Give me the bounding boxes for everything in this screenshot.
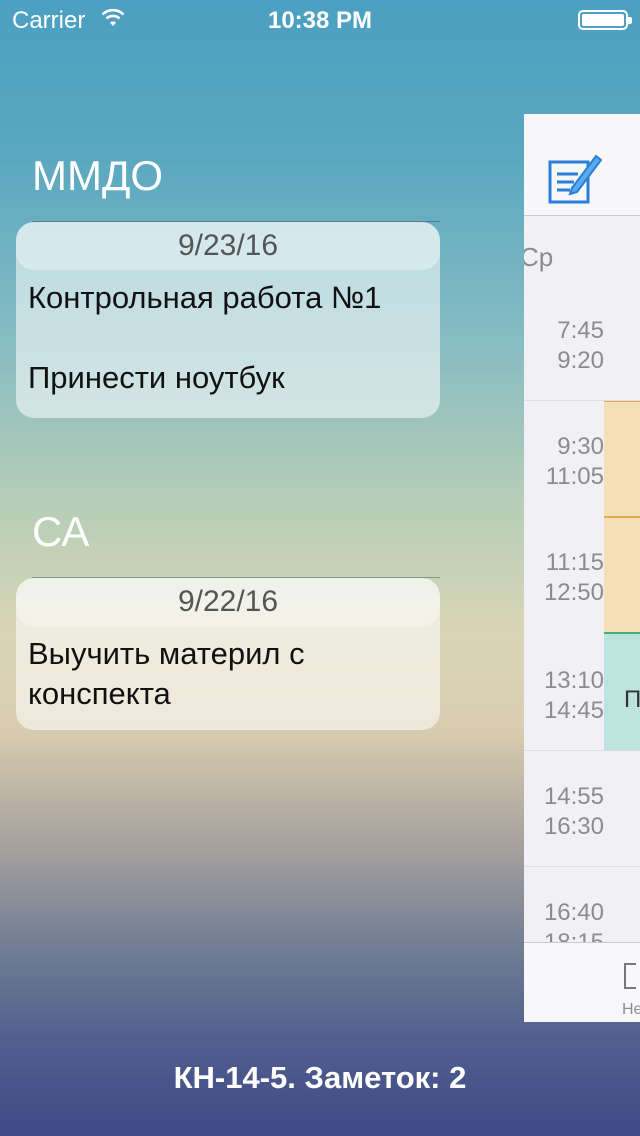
battery-icon: [578, 10, 632, 30]
time-start: 13:10: [543, 667, 604, 694]
schedule-tab-bar: Не: [524, 942, 640, 1022]
footer-summary: КН-14-5. Заметок: 2: [173, 1060, 467, 1095]
edit-note-icon[interactable]: [548, 150, 603, 211]
time-slot: 14:55 16:30: [524, 782, 604, 842]
note-date: 9/22/16: [16, 578, 440, 626]
time-start: 7:45: [557, 317, 604, 344]
note-card[interactable]: 9/22/16 Выучить материл с конспекта: [16, 578, 440, 730]
time-end: 14:45: [543, 697, 604, 724]
time-end: 9:20: [557, 347, 604, 374]
slot-separator: [524, 400, 640, 401]
schedule-header: [524, 114, 640, 216]
time-end: 16:30: [543, 813, 604, 840]
time-slot: 7:45 9:20: [524, 316, 604, 376]
slot-separator: [524, 866, 640, 867]
time-start: 14:55: [543, 783, 604, 810]
lesson-block[interactable]: [604, 400, 640, 516]
schedule-panel[interactable]: Ср П 7:45 9:20 9:30 11:05 11:15 12:50 13…: [524, 114, 640, 1022]
time-end: 12:50: [543, 579, 604, 606]
slot-separator: [524, 750, 640, 751]
week-tab-icon[interactable]: [624, 963, 636, 989]
time-start: 9:30: [557, 433, 604, 460]
day-label: Ср: [524, 242, 554, 272]
status-time: 10:38 PM: [267, 7, 373, 34]
time-slot: 9:30 11:05: [524, 432, 604, 492]
time-start: 11:15: [545, 549, 604, 576]
time-slot: 13:10 14:45: [524, 666, 604, 726]
time-end: 11:05: [545, 463, 604, 490]
note-text: Выучить материл с конспекта: [28, 636, 305, 711]
tab-label[interactable]: Не: [622, 1001, 640, 1019]
lesson-block[interactable]: [604, 516, 640, 632]
note-subject-title: ММДО: [32, 152, 164, 199]
note-text: Контрольная работа №1 Принести ноутбук: [28, 280, 382, 395]
time-start: 16:40: [543, 899, 604, 926]
note-subject-title: СА: [32, 508, 90, 555]
status-bar: Carrier 10:38 PM: [0, 0, 640, 40]
note-card[interactable]: 9/23/16 Контрольная работа №1 Принести н…: [16, 222, 440, 418]
lesson-letter: П: [624, 686, 640, 713]
note-date: 9/23/16: [16, 222, 440, 270]
time-slot: 11:15 12:50: [524, 548, 604, 608]
